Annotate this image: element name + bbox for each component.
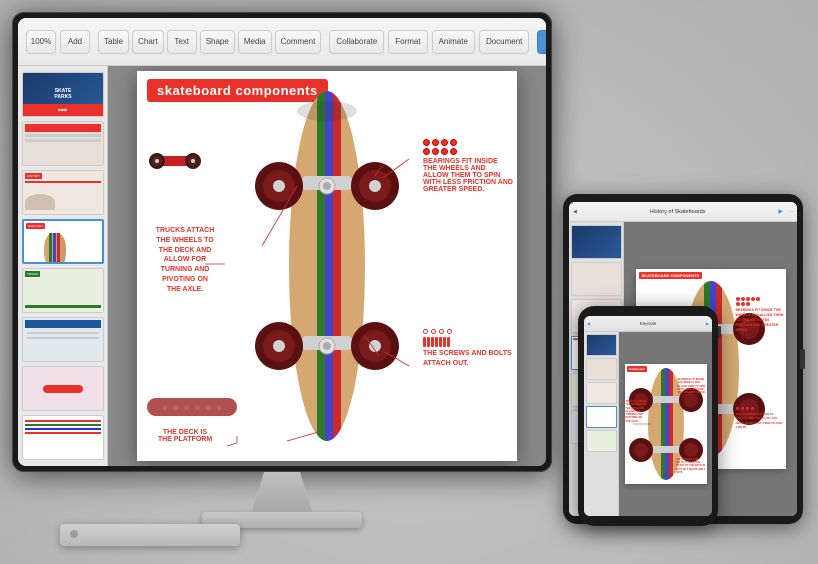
anno-trucks-text: TRUCKS ATTACH THE WHEELS TO THE DECK AND…: [145, 226, 225, 295]
anno-deck-text: THE DECK IS THE PLATFORM: [145, 429, 225, 443]
monitor-screen-outer: 100% Add Table Chart Text Shape Media Co…: [12, 12, 552, 472]
slides-panel[interactable]: SKATEPARKS ▶▶▶: [18, 66, 108, 466]
bearing-dots: [423, 139, 463, 155]
screws-text: THE SCREWS AND BOLTS ATTACH OUT.: [423, 349, 513, 369]
slide-thumb-8[interactable]: [22, 415, 104, 460]
tablet-title: History of Skateboards: [580, 209, 776, 215]
tablet-more-icon[interactable]: ⋯: [788, 209, 793, 215]
bearings-text: BEARINGS FIT INSIDE THE WHEELS AND ALLOW…: [423, 158, 513, 193]
tablet-screws-annotation: THE SCREWS AND BOLTS ATTACH THE TRUCK TO…: [736, 407, 784, 429]
tablet-power-button: [800, 349, 805, 369]
skateboard-svg: [227, 71, 427, 461]
phone-bearings-text: BEARINGS FIT INSIDE THE WHEELS AND ALLOW…: [678, 378, 706, 394]
phone-screws-text: THE SCREWS AND BOLTS ATTACH THE TRUCK TO…: [676, 458, 706, 474]
phone-thumb-2[interactable]: [586, 358, 617, 380]
phone-body: skateboard: [584, 332, 712, 516]
deck-illustration: [147, 398, 237, 416]
toolbar-table[interactable]: Table: [98, 30, 129, 54]
toolbar-collaborate[interactable]: Collaborate: [329, 30, 384, 54]
keynote-ui: 100% Add Table Chart Text Shape Media Co…: [18, 18, 546, 466]
tablet-bearings-text: BEARINGS FIT INSIDE THE WHEELS AND ALLOW…: [736, 308, 784, 332]
toolbar-shape[interactable]: Shape: [200, 30, 235, 54]
phone-slide: skateboard: [625, 364, 707, 484]
slide-thumb-2[interactable]: [22, 121, 104, 166]
truck-icon-annotation: [145, 151, 205, 171]
slide-thumb-4[interactable]: skateboard: [22, 219, 104, 264]
phone-slides-panel[interactable]: [584, 332, 619, 516]
tablet-play-icon[interactable]: ▶: [778, 208, 783, 215]
monitor-screen-bezel: 100% Add Table Chart Text Shape Media Co…: [18, 18, 546, 466]
toolbar-right: Collaborate Format Animate Document: [329, 30, 529, 54]
keynote-toolbar: 100% Add Table Chart Text Shape Media Co…: [18, 18, 546, 66]
phone-thumb-4[interactable]: [586, 406, 617, 428]
keynote-body: SKATEPARKS ▶▶▶: [18, 66, 546, 466]
phone-title: Keynote: [590, 321, 706, 326]
tablet-screws-text: THE SCREWS AND BOLTS ATTACH THE TRUCK TO…: [736, 412, 784, 429]
tablet-toolbar: ◀ History of Skateboards ▶ ⋯: [569, 202, 797, 222]
toolbar-comment[interactable]: Comment: [275, 30, 322, 54]
tablet-bearings-annotation: BEARINGS FIT INSIDE THE WHEELS AND ALLOW…: [736, 297, 784, 332]
toolbar-media[interactable]: Media: [238, 30, 272, 54]
tablet-thumb-1[interactable]: [571, 225, 622, 259]
slide-canvas: skateboard components: [137, 71, 517, 461]
phone-thumb-5[interactable]: [586, 430, 617, 452]
toolbar-play[interactable]: ▶: [537, 30, 546, 54]
monitor-stand: [252, 472, 312, 512]
mac-mini: [60, 524, 240, 546]
phone-thumb-1[interactable]: [586, 334, 617, 356]
toolbar-text[interactable]: Text: [167, 30, 197, 54]
slide-thumb-5[interactable]: TRICKS: [22, 268, 104, 313]
toolbar-animate[interactable]: Animate: [432, 30, 475, 54]
screws-grid: [423, 329, 513, 334]
toolbar-format[interactable]: Format: [388, 30, 427, 54]
phone-power-button: [718, 326, 721, 338]
main-canvas[interactable]: skateboard components: [108, 66, 546, 466]
phone-play-icon[interactable]: ▶: [706, 321, 709, 326]
slide-thumb-7[interactable]: [22, 366, 104, 411]
screws-annotation: THE SCREWS AND BOLTS ATTACH OUT.: [423, 329, 513, 369]
slide-thumb-3[interactable]: HISTORY: [22, 170, 104, 215]
tablet-back-icon[interactable]: ◀: [573, 209, 577, 215]
screws-line-2: [423, 337, 513, 347]
mac-mini-button: [70, 530, 78, 538]
phone-trucks-text: TRUCKS ATTACH THE WHEELS TO THE DECK AND…: [626, 400, 648, 423]
phone-screen: ◀ Keynote ▶ skateboard: [584, 316, 712, 516]
toolbar-document[interactable]: Document: [479, 30, 529, 54]
toolbar-zoom[interactable]: 100%: [26, 30, 56, 54]
phone-thumb-3[interactable]: [586, 382, 617, 404]
monitor: 100% Add Table Chart Text Shape Media Co…: [12, 12, 552, 532]
slide-thumb-6[interactable]: [22, 317, 104, 362]
toolbar-chart[interactable]: Chart: [132, 30, 164, 54]
phone-outer: ◀ Keynote ▶ skateboard: [578, 306, 718, 526]
slide-thumb-1[interactable]: SKATEPARKS ▶▶▶: [22, 72, 104, 117]
phone-main-canvas[interactable]: skateboard: [619, 332, 712, 516]
bearing-annotation: BEARINGS FIT INSIDE THE WHEELS AND ALLOW…: [423, 139, 513, 193]
tablet-thumb-2[interactable]: [571, 262, 622, 296]
phone-toolbar: ◀ Keynote ▶: [584, 316, 712, 332]
toolbar-add[interactable]: Add: [60, 30, 90, 54]
phone: ◀ Keynote ▶ skateboard: [578, 306, 718, 526]
